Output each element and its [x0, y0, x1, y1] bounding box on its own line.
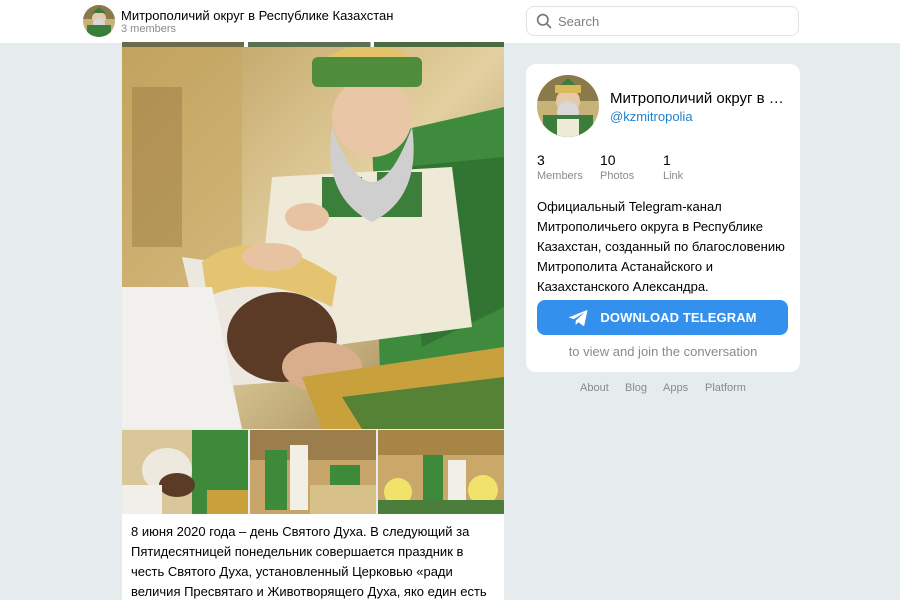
stat-label: Members	[537, 170, 583, 182]
channel-username-link[interactable]: @kzmitropolia	[610, 109, 693, 124]
stat-links[interactable]: 1 Link	[663, 152, 683, 184]
footer-link-blog[interactable]: Blog	[625, 382, 647, 394]
members-count: 3 members	[121, 23, 177, 35]
post-thumbnail-1[interactable]	[122, 430, 248, 514]
stat-label: Photos	[600, 170, 635, 182]
footer-link-apps[interactable]: Apps	[663, 382, 688, 394]
post-main-photo[interactable]	[122, 47, 504, 429]
stat-label: Link	[663, 170, 684, 182]
search-input[interactable]	[558, 10, 788, 32]
post-text: 8 июня 2020 года – день Святого Духа. В …	[131, 524, 487, 599]
channel-info-card: Митрополичий округ в Р… @kzmitropolia 3 …	[526, 64, 800, 372]
channel-avatar-large-icon	[537, 75, 599, 137]
download-telegram-button[interactable]: DOWNLOAD TELEGRAM	[537, 300, 788, 335]
channel-title: Митрополичий округ в Республике Казахста…	[121, 8, 394, 23]
channel-description: Официальный Telegram-канал Митрополичьег…	[537, 199, 785, 294]
search-icon	[536, 13, 552, 29]
post-thumbnail-2[interactable]	[250, 430, 376, 514]
top-header: Митрополичий округ в Республике Казахста…	[0, 0, 900, 43]
search-box[interactable]	[526, 6, 799, 36]
channel-name: Митрополичий округ в Р…	[610, 90, 790, 107]
telegram-plane-icon	[569, 309, 588, 326]
footer-link-platform[interactable]: Platform	[705, 382, 746, 394]
stat-value: 10	[600, 152, 616, 168]
stat-members: 3 Members	[537, 152, 583, 184]
download-telegram-label: DOWNLOAD TELEGRAM	[600, 310, 757, 325]
post-thumbnail-3[interactable]	[378, 430, 504, 514]
stat-value: 1	[663, 152, 671, 168]
channel-avatar-icon[interactable]	[83, 5, 115, 37]
join-hint-text: to view and join the conversation	[568, 344, 758, 359]
footer-link-about[interactable]: About	[580, 382, 609, 394]
stat-photos[interactable]: 10 Photos	[600, 152, 634, 184]
stat-value: 3	[537, 152, 545, 168]
post-text-card: 8 июня 2020 года – день Святого Духа. В …	[122, 514, 504, 600]
